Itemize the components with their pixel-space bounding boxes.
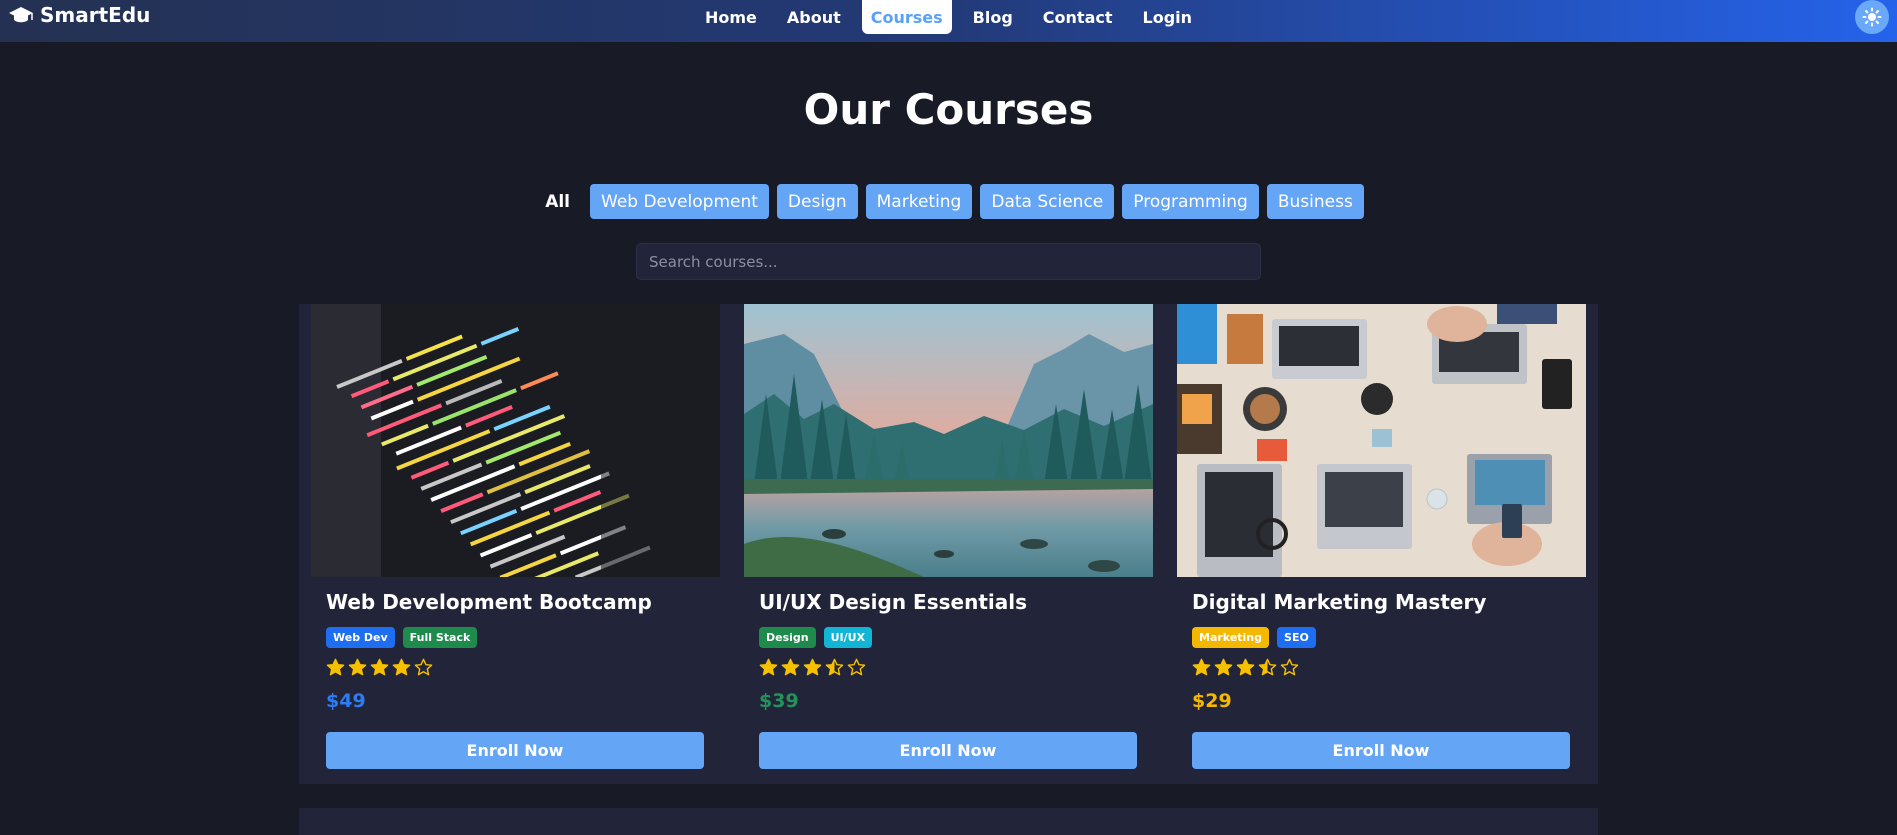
tag-badge: SEO — [1277, 627, 1316, 648]
sun-icon — [1862, 7, 1882, 27]
course-price: $49 — [326, 690, 366, 712]
code-editor-photo — [311, 304, 720, 577]
star-full-icon — [326, 658, 345, 676]
nav-about[interactable]: About — [778, 0, 850, 34]
desk-laptops-photo — [1177, 304, 1586, 577]
theme-toggle-button[interactable] — [1855, 0, 1889, 34]
nav-links: Home About Courses Blog Contact Login — [0, 0, 1897, 34]
mountain-lake-photo — [744, 304, 1153, 577]
star-full-icon — [759, 658, 778, 676]
filter-business[interactable]: Business — [1266, 184, 1364, 219]
tag-badge: Design — [759, 627, 816, 648]
star-empty-icon — [847, 658, 866, 676]
star-full-icon — [803, 658, 822, 676]
course-card: UI/UX Design Essentials Design UI/UX $39… — [732, 304, 1153, 784]
tag-badge: Marketing — [1192, 627, 1270, 648]
course-grid: Web Development Bootcamp Web Dev Full St… — [299, 304, 1598, 784]
star-half-icon — [1258, 658, 1277, 676]
nav-home[interactable]: Home — [696, 0, 766, 34]
star-empty-icon — [1280, 658, 1299, 676]
filter-data-science[interactable]: Data Science — [980, 184, 1115, 219]
course-card: Digital Marketing Mastery Marketing SEO … — [1165, 304, 1586, 784]
navbar: SmartEdu Home About Courses Blog Contact… — [0, 0, 1897, 42]
star-empty-icon — [414, 658, 433, 676]
star-half-icon — [825, 658, 844, 676]
filter-web-development[interactable]: Web Development — [590, 184, 769, 219]
course-title[interactable]: UI/UX Design Essentials — [759, 590, 1139, 614]
star-full-icon — [370, 658, 389, 676]
course-title[interactable]: Web Development Bootcamp — [326, 590, 706, 614]
filter-design[interactable]: Design — [776, 184, 858, 219]
search-input[interactable] — [636, 243, 1261, 280]
filter-programming[interactable]: Programming — [1122, 184, 1259, 219]
enroll-button[interactable]: Enroll Now — [326, 732, 704, 769]
star-full-icon — [1236, 658, 1255, 676]
star-full-icon — [781, 658, 800, 676]
course-tags: Web Dev Full Stack — [326, 627, 478, 648]
tag-badge: UI/UX — [823, 627, 873, 648]
tag-badge: Full Stack — [402, 627, 478, 648]
course-image — [744, 304, 1153, 577]
filter-all[interactable]: All — [533, 184, 582, 219]
category-filters: All Web Development Design Marketing Dat… — [0, 184, 1897, 219]
next-course-row — [299, 808, 1598, 835]
course-image — [311, 304, 720, 577]
page-title: Our Courses — [803, 85, 1094, 134]
filter-marketing[interactable]: Marketing — [865, 184, 973, 219]
nav-contact[interactable]: Contact — [1034, 0, 1122, 34]
enroll-button[interactable]: Enroll Now — [1192, 732, 1570, 769]
star-full-icon — [1214, 658, 1233, 676]
course-title[interactable]: Digital Marketing Mastery — [1192, 590, 1572, 614]
course-price: $39 — [759, 690, 799, 712]
course-image — [1177, 304, 1586, 577]
rating-stars — [759, 658, 866, 677]
nav-courses[interactable]: Courses — [861, 0, 952, 34]
course-tags: Design UI/UX — [759, 627, 873, 648]
rating-stars — [1192, 658, 1299, 677]
tag-badge: Web Dev — [326, 627, 395, 648]
star-full-icon — [1192, 658, 1211, 676]
rating-stars — [326, 658, 433, 677]
nav-login[interactable]: Login — [1134, 0, 1202, 34]
nav-blog[interactable]: Blog — [964, 0, 1022, 34]
star-full-icon — [392, 658, 411, 676]
course-card: Web Development Bootcamp Web Dev Full St… — [299, 304, 720, 784]
enroll-button[interactable]: Enroll Now — [759, 732, 1137, 769]
star-full-icon — [348, 658, 367, 676]
course-price: $29 — [1192, 690, 1232, 712]
course-tags: Marketing SEO — [1192, 627, 1316, 648]
